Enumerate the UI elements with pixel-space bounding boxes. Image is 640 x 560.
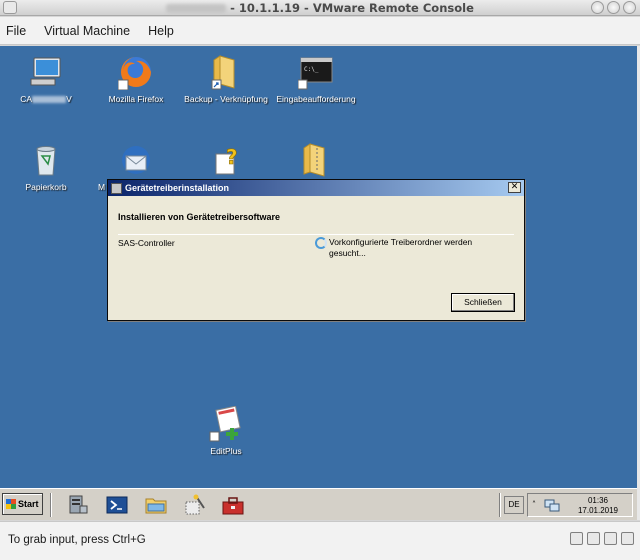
server-manager-icon[interactable] xyxy=(66,494,88,516)
minimize-button[interactable] xyxy=(591,1,604,14)
taskbar: Start DE ˄ 01:36 17.01.2019 xyxy=(0,488,637,520)
question-icon: ? xyxy=(208,142,244,178)
driver-install-dialog: Gerätetreiberinstallation ✕ Installieren… xyxy=(107,179,525,321)
install-status-text: Vorkonfigurierte Treiberordner werden ge… xyxy=(329,237,473,258)
harddisk-icon[interactable] xyxy=(570,532,583,545)
window-titlebar: - 10.1.1.19 - VMware Remote Console xyxy=(0,0,640,16)
language-indicator[interactable]: DE xyxy=(504,496,524,514)
dialog-heading: Installieren von Gerätetreibersoftware xyxy=(118,212,281,222)
start-button[interactable]: Start xyxy=(2,493,43,515)
redacted-name xyxy=(32,96,67,104)
dialog-titlebar[interactable]: Gerätetreiberinstallation xyxy=(108,180,524,196)
editplus-icon xyxy=(208,405,244,442)
desktop-icon-cmd[interactable]: C:\_ Eingabeaufforderung xyxy=(270,54,362,104)
desktop-icon-editplus[interactable]: EditPlus xyxy=(180,405,272,456)
svg-text:?: ? xyxy=(226,145,238,169)
network-icon[interactable] xyxy=(544,498,560,513)
desktop-icon-label: Backup - Verknüpfung xyxy=(184,94,268,104)
desktop-icon-label: Papierkorb xyxy=(25,182,67,192)
menu-file[interactable]: File xyxy=(6,24,26,38)
clock-date: 17.01.2019 xyxy=(577,506,619,515)
menu-virtual-machine[interactable]: Virtual Machine xyxy=(44,24,130,38)
install-status: Vorkonfigurierte Treiberordner werden ge… xyxy=(315,237,475,259)
window-title: - 10.1.1.19 - VMware Remote Console xyxy=(0,1,640,15)
recycle-bin-icon xyxy=(28,142,64,178)
desktop-icon-label: Mozilla Firefox xyxy=(108,94,164,104)
dialog-divider xyxy=(118,234,514,235)
network-adapter-icon[interactable] xyxy=(621,532,634,545)
driver-icon xyxy=(111,182,122,194)
cdrom-icon[interactable] xyxy=(587,532,600,545)
zip-folder-icon xyxy=(298,142,334,178)
toolbox-icon[interactable] xyxy=(222,494,244,516)
status-text: To grab input, press Ctrl+G xyxy=(8,534,146,546)
tools-icon[interactable] xyxy=(184,494,206,516)
loading-spinner-icon xyxy=(315,237,327,249)
desktop-icon-recycle-bin[interactable]: Papierkorb xyxy=(0,142,92,192)
explorer-icon[interactable] xyxy=(145,494,167,516)
clock-time: 01:36 xyxy=(587,496,609,505)
taskbar-divider xyxy=(499,493,501,517)
desktop-icon-firefox[interactable]: Mozilla Firefox xyxy=(90,54,182,104)
close-dialog-button[interactable]: Schließen xyxy=(451,293,515,312)
redacted-hostname xyxy=(166,4,227,13)
desktop-icon-backup[interactable]: Backup - Verknüpfung xyxy=(180,54,272,104)
desktop-icon-computer[interactable]: CA V xyxy=(0,54,92,104)
desktop-icon-help[interactable]: ? xyxy=(180,142,272,182)
terminal-icon: C:\_ xyxy=(297,54,334,90)
usb-icon[interactable] xyxy=(604,532,617,545)
dialog-title: Gerätetreiberinstallation xyxy=(125,183,230,193)
tray-expand-icon[interactable]: ˄ xyxy=(532,500,536,509)
desktop-icon-label: EditPlus xyxy=(210,446,242,456)
close-button[interactable] xyxy=(623,1,636,14)
svg-text:C:\_: C:\_ xyxy=(304,66,319,73)
status-bar: To grab input, press Ctrl+G xyxy=(0,521,640,560)
maximize-button[interactable] xyxy=(607,1,620,14)
desktop-icon-label: CA V xyxy=(20,94,72,104)
thunderbird-icon xyxy=(118,142,154,178)
desktop-icon-label: Eingabeaufforderung xyxy=(276,94,356,104)
system-clock[interactable]: 01:36 17.01.2019 xyxy=(568,496,628,516)
computer-icon xyxy=(28,54,64,90)
windows-logo-icon xyxy=(6,499,16,509)
powershell-icon[interactable] xyxy=(106,494,128,516)
device-name: SAS-Controller xyxy=(118,238,175,248)
desktop-icon-zip-folder[interactable] xyxy=(270,142,362,182)
firefox-icon xyxy=(117,54,154,91)
menubar: File Virtual Machine Help xyxy=(0,17,640,45)
system-tray: ˄ 01:36 17.01.2019 xyxy=(527,493,633,517)
dialog-close-icon[interactable]: ✕ xyxy=(508,182,521,193)
taskbar-divider xyxy=(50,493,52,517)
folder-shortcut-icon xyxy=(208,54,244,90)
menu-help[interactable]: Help xyxy=(148,24,174,38)
